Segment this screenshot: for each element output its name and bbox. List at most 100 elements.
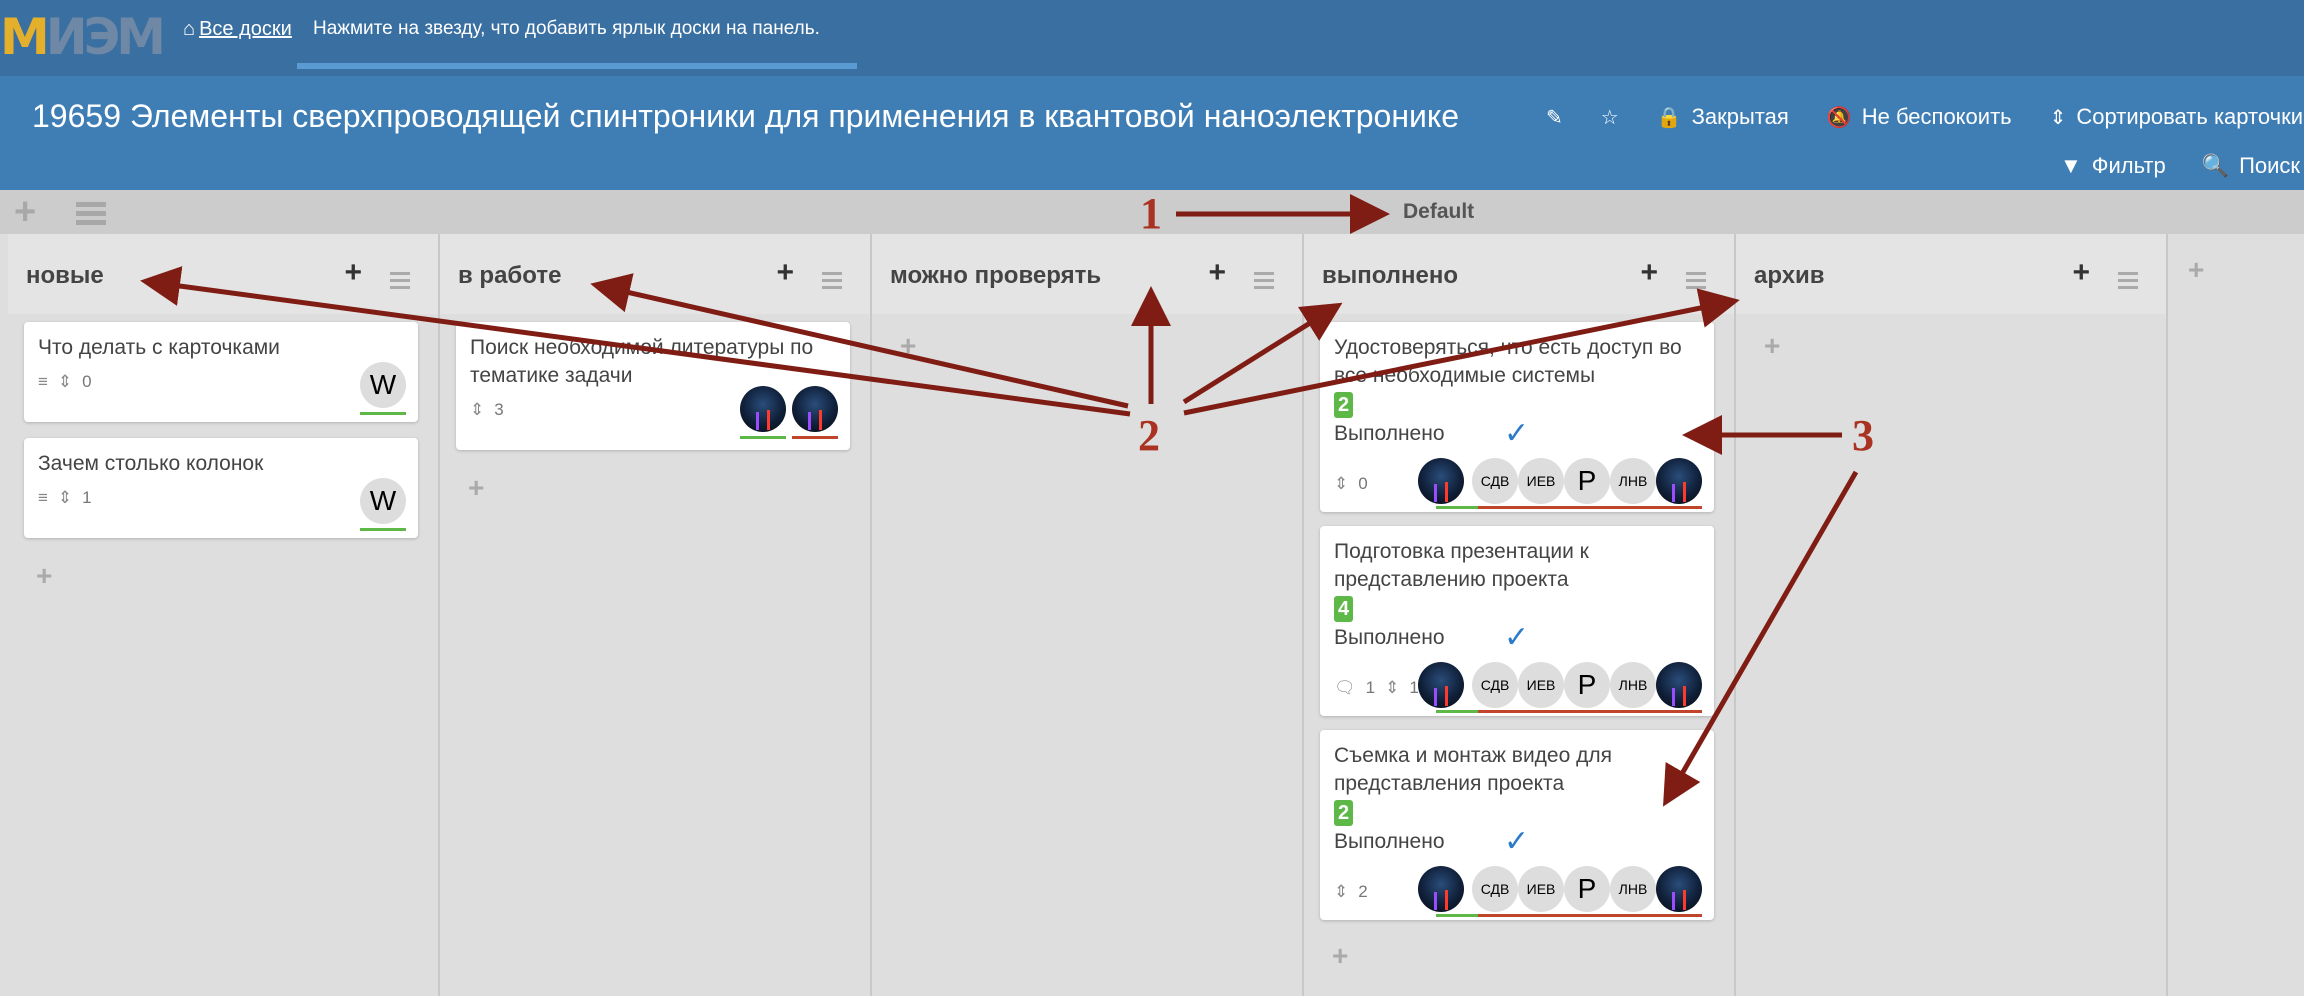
member-underline	[1478, 914, 1702, 917]
add-card-top-button[interactable]: +	[776, 258, 794, 288]
swimlane-menu-icon[interactable]	[76, 202, 106, 226]
member-avatar[interactable]: ИЕВ	[1518, 458, 1564, 504]
card[interactable]: Зачем столько колонок ≡ ⇕ 1 W	[24, 438, 418, 538]
board-title[interactable]: 19659 Элементы сверхпроводящей спинтрони…	[32, 98, 1459, 135]
lock-icon: 🔒	[1656, 106, 1682, 129]
member-avatar[interactable]: W	[360, 362, 406, 408]
list-title[interactable]: в работе	[458, 262, 561, 290]
board-header: 19659 Элементы сверхпроводящей спинтрони…	[0, 76, 2304, 190]
member-avatar[interactable]	[792, 386, 838, 432]
card[interactable]: Удостоверяться, что есть доступ во все н…	[1320, 322, 1714, 512]
member-avatar[interactable]	[1656, 662, 1702, 708]
comment-count: 1	[1365, 678, 1376, 697]
add-list-button[interactable]: +	[2188, 254, 2204, 286]
assignee-underline	[360, 412, 406, 415]
member-underline	[792, 436, 838, 439]
top-bar: МИЭМ ⌂ Все доски Нажмите на звезду, что …	[0, 0, 2304, 76]
card[interactable]: Поиск необходимой литературы по тематике…	[456, 322, 850, 450]
member-avatar[interactable]	[1656, 866, 1702, 912]
list-title[interactable]: новые	[26, 262, 104, 290]
star-icon: ☆	[1600, 106, 1619, 129]
list-archive: архив + +	[1736, 234, 2168, 996]
add-card-top-button[interactable]: +	[344, 258, 362, 288]
card[interactable]: Подготовка презентации к представлению п…	[1320, 526, 1714, 716]
add-card-button[interactable]: +	[36, 560, 52, 592]
all-boards-link[interactable]: ⌂ Все доски	[183, 18, 292, 41]
star-board-button[interactable]: ☆	[1601, 105, 1619, 130]
list-header: новые +	[8, 234, 438, 314]
sort-cards-button[interactable]: ⇕ Сортировать карточки	[2050, 104, 2303, 130]
member-avatar[interactable]	[1656, 458, 1702, 504]
member-avatar[interactable]: Р	[1564, 662, 1610, 708]
add-card-button[interactable]: +	[468, 472, 484, 504]
label-badge: 4	[1334, 596, 1354, 622]
sort-icon: ⇕	[2049, 106, 2067, 129]
assignee-underline	[1436, 506, 1482, 509]
received-label: Выполнено	[1334, 626, 1445, 649]
member-avatar[interactable]: СДВ	[1472, 458, 1518, 504]
list-header: в работе +	[440, 234, 870, 314]
member-avatar[interactable]: Р	[1564, 866, 1610, 912]
list-title[interactable]: выполнено	[1322, 262, 1458, 290]
list-menu-icon[interactable]	[390, 272, 410, 293]
member-underline	[1478, 506, 1702, 509]
member-avatar[interactable]	[1418, 866, 1464, 912]
check-icon: ✓	[1504, 825, 1530, 858]
assignee-underline	[360, 528, 406, 531]
subtasks-icon: ⇕	[1334, 474, 1349, 493]
member-avatar[interactable]: ИЕВ	[1518, 866, 1564, 912]
add-card-top-button[interactable]: +	[1208, 258, 1226, 288]
list-menu-icon[interactable]	[1254, 272, 1274, 293]
subtasks-icon: ⇕	[57, 488, 73, 507]
subtask-count: 3	[494, 400, 504, 419]
member-avatar[interactable]: W	[360, 478, 406, 524]
assignee-underline	[740, 436, 786, 439]
subtasks-icon: ⇕	[57, 372, 73, 391]
watch-button[interactable]: 🔕 Не беспокоить	[1827, 104, 2012, 130]
subtasks-icon: ⇕	[470, 400, 485, 419]
lists-container: новые + Что делать с карточками ≡ ⇕ 0 W …	[8, 234, 2168, 996]
member-avatar[interactable]: ЛНВ	[1610, 458, 1656, 504]
list-menu-icon[interactable]	[822, 272, 842, 293]
add-card-top-button[interactable]: +	[2072, 258, 2090, 288]
list-in-progress: в работе + Поиск необходимой литературы …	[440, 234, 872, 996]
add-card-button[interactable]: +	[900, 330, 916, 362]
member-avatar[interactable]	[1418, 458, 1464, 504]
search-icon: 🔍	[2201, 153, 2230, 178]
list-title[interactable]: архив	[1754, 262, 1825, 290]
search-button[interactable]: 🔍 Поиск	[2202, 153, 2300, 179]
card-title: Что делать с карточками	[38, 336, 280, 359]
subtask-count: 1	[82, 488, 92, 507]
member-avatar[interactable]: СДВ	[1472, 866, 1518, 912]
annotation-number-1: 1	[1140, 189, 1162, 238]
check-icon: ✓	[1504, 417, 1530, 450]
member-underline	[1478, 710, 1702, 713]
member-avatar[interactable]: ЛНВ	[1610, 866, 1656, 912]
filter-icon: ▼	[2060, 153, 2082, 178]
check-icon: ✓	[1504, 621, 1530, 654]
visibility-button[interactable]: 🔒 Закрытая	[1657, 104, 1789, 130]
list-menu-icon[interactable]	[2118, 272, 2138, 293]
list-menu-icon[interactable]	[1686, 272, 1706, 293]
card[interactable]: Что делать с карточками ≡ ⇕ 0 W	[24, 322, 418, 422]
logo[interactable]: МИЭМ	[0, 12, 166, 62]
member-avatar[interactable]: Р	[1564, 458, 1610, 504]
member-avatar[interactable]	[1418, 662, 1464, 708]
edit-board-button[interactable]: ✎	[1546, 105, 1563, 130]
member-avatar[interactable]: ИЕВ	[1518, 662, 1564, 708]
member-avatar[interactable]: СДВ	[1472, 662, 1518, 708]
list-header: выполнено +	[1304, 234, 1734, 314]
add-card-button[interactable]: +	[1332, 940, 1348, 972]
card-title: Съемка и монтаж видео для представления …	[1334, 744, 1613, 795]
list-title[interactable]: можно проверять	[890, 262, 1101, 290]
swimlane-title[interactable]: Default	[1403, 200, 1474, 224]
add-card-top-button[interactable]: +	[1640, 258, 1658, 288]
filter-button[interactable]: ▼ Фильтр	[2060, 153, 2166, 179]
annotation-number-3: 3	[1852, 411, 1874, 460]
add-swimlane-button[interactable]: +	[14, 193, 36, 231]
card[interactable]: Съемка и монтаж видео для представления …	[1320, 730, 1714, 920]
card-title: Поиск необходимой литературы по тематике…	[470, 336, 814, 387]
member-avatar[interactable]: ЛНВ	[1610, 662, 1656, 708]
member-avatar[interactable]	[740, 386, 786, 432]
add-card-button[interactable]: +	[1764, 330, 1780, 362]
